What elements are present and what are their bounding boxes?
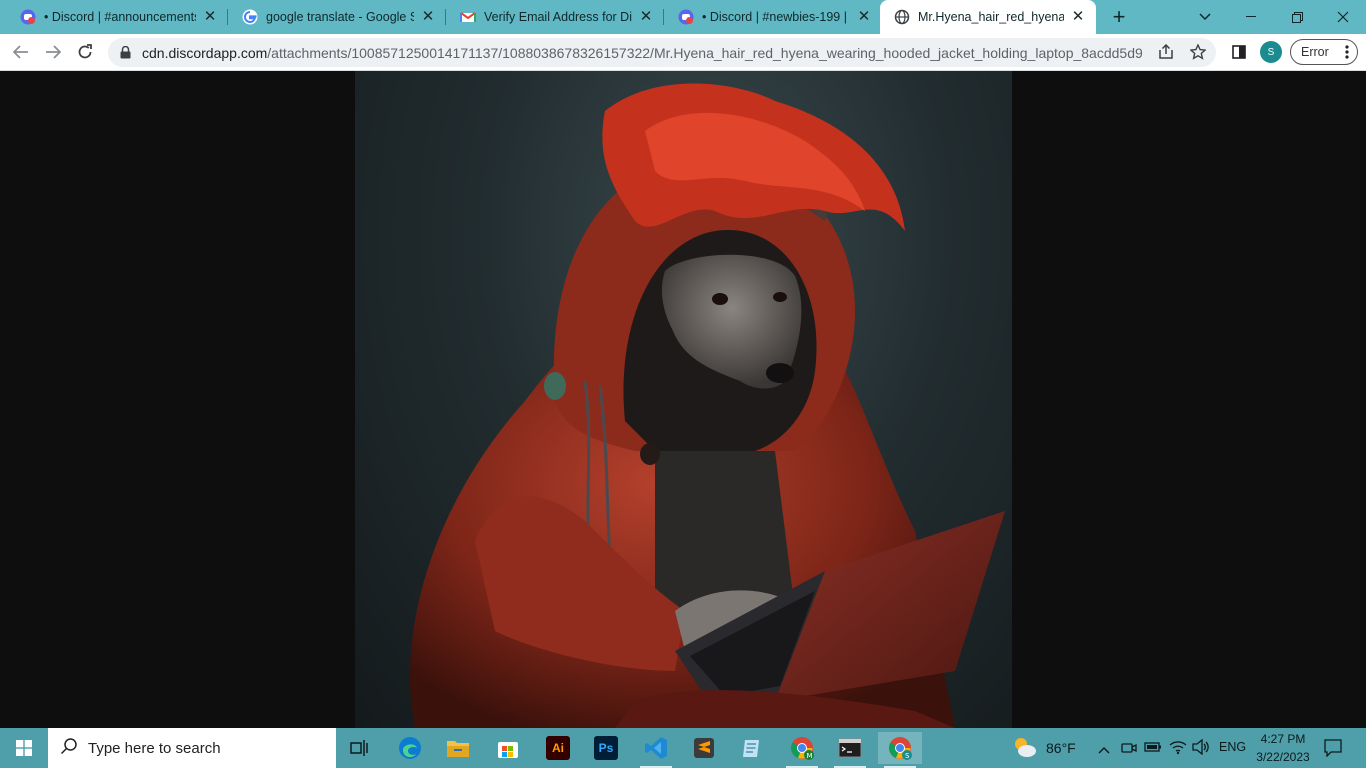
url-path: /attachments/1008571250014171137/1088038… (267, 45, 1142, 61)
tab-google-translate[interactable]: google translate - Google Search ✕ (228, 0, 446, 34)
edge-icon[interactable] (388, 732, 432, 764)
tab-strip: • Discord | #announcements ✕ google tran… (0, 0, 1366, 34)
globe-icon (894, 9, 910, 25)
gmail-icon (460, 9, 476, 25)
volume-icon[interactable] (1192, 738, 1210, 760)
taskbar-clock[interactable]: 4:27 PM 3/22/2023 (1248, 730, 1318, 766)
profile-avatar[interactable]: S (1260, 41, 1282, 63)
notepad-icon[interactable] (730, 732, 774, 764)
search-placeholder: Type here to search (88, 739, 221, 757)
wifi-icon[interactable] (1169, 739, 1187, 760)
menu-kebab-icon[interactable] (1345, 45, 1349, 62)
svg-text:M: M (807, 752, 813, 760)
hyena-illustration (409, 83, 1005, 728)
side-panel-icon[interactable] (1224, 38, 1254, 66)
sublime-text-icon[interactable] (682, 732, 726, 764)
tab-close-icon[interactable]: ✕ (420, 9, 436, 25)
discord-notification-icon (20, 9, 36, 25)
chrome-profile-m-icon[interactable]: M (780, 732, 824, 768)
url-host: cdn.discordapp.com (142, 45, 268, 61)
tab-hyena-image[interactable]: Mr.Hyena_hair_red_hyena_wearing ✕ (880, 0, 1096, 34)
photoshop-icon[interactable]: Ps (584, 732, 628, 764)
tab-search-chevron-icon[interactable] (1190, 0, 1220, 34)
file-explorer-icon[interactable] (436, 732, 480, 764)
search-icon (60, 737, 78, 760)
photoshop-label: Ps (594, 736, 618, 760)
illustrator-icon[interactable]: Ai (536, 732, 580, 764)
discord-notification-icon (678, 9, 694, 25)
meet-now-icon[interactable] (1121, 740, 1137, 761)
battery-icon[interactable] (1144, 740, 1162, 759)
windows-logo-icon (16, 740, 32, 756)
tab-title: Verify Email Address for Discord (484, 10, 632, 24)
url-text[interactable]: cdn.discordapp.com/attachments/100857125… (142, 45, 1142, 61)
google-icon (242, 9, 258, 25)
tab-close-icon[interactable]: ✕ (856, 9, 872, 25)
share-icon[interactable] (1158, 43, 1174, 65)
forward-button[interactable] (38, 38, 68, 66)
vscode-icon[interactable] (634, 732, 678, 768)
tab-close-icon[interactable]: ✕ (1070, 9, 1086, 25)
tab-discord-newbies[interactable]: • Discord | #newbies-199 | Midjourney ✕ (664, 0, 882, 34)
task-view-icon[interactable] (338, 732, 382, 764)
address-bar[interactable]: cdn.discordapp.com/attachments/100857125… (108, 38, 1216, 67)
tab-title: google translate - Google Search (266, 10, 414, 24)
tab-close-icon[interactable]: ✕ (202, 9, 218, 25)
image-viewer (0, 71, 1366, 728)
weather-cloudy-sun-icon[interactable] (1012, 736, 1038, 763)
show-hidden-icons-chevron-icon[interactable] (1098, 741, 1110, 759)
close-window-button[interactable] (1320, 0, 1366, 34)
tab-close-icon[interactable]: ✕ (638, 9, 654, 25)
taskbar-search[interactable]: Type here to search (48, 728, 336, 768)
clock-time: 4:27 PM (1260, 732, 1306, 746)
new-tab-button[interactable]: + (1104, 0, 1134, 34)
bookmark-star-icon[interactable] (1189, 43, 1207, 65)
illustrator-label: Ai (546, 736, 570, 760)
weather-temperature[interactable]: 86°F (1046, 740, 1076, 756)
input-language[interactable]: ENG (1219, 740, 1246, 754)
notification-center-icon[interactable] (1324, 739, 1342, 762)
start-button[interactable] (0, 728, 48, 768)
lock-icon[interactable] (120, 45, 131, 64)
chrome-profile-s-icon[interactable]: S (878, 732, 922, 768)
tab-title: • Discord | #announcements (44, 10, 196, 24)
hyena-artwork[interactable] (355, 71, 1012, 728)
back-button[interactable] (6, 38, 36, 66)
tab-discord-announcements[interactable]: • Discord | #announcements ✕ (6, 0, 228, 34)
profile-error-button[interactable]: Error (1290, 39, 1358, 65)
tab-title: Mr.Hyena_hair_red_hyena_wearing (918, 10, 1064, 24)
tab-title: • Discord | #newbies-199 | Midjourney (702, 10, 850, 24)
windows-taskbar: Type here to search Ai Ps M S 86°F ENG 4… (0, 728, 1366, 768)
reload-button[interactable] (70, 38, 100, 66)
restore-button[interactable] (1274, 0, 1320, 34)
tab-verify-email[interactable]: Verify Email Address for Discord ✕ (446, 0, 664, 34)
terminal-icon[interactable] (828, 732, 872, 768)
microsoft-store-icon[interactable] (486, 732, 530, 764)
clock-date: 3/22/2023 (1256, 750, 1310, 764)
minimize-button[interactable] (1228, 0, 1274, 34)
svg-text:S: S (905, 752, 910, 760)
error-label: Error (1301, 45, 1329, 59)
browser-toolbar: cdn.discordapp.com/attachments/100857125… (0, 34, 1366, 71)
